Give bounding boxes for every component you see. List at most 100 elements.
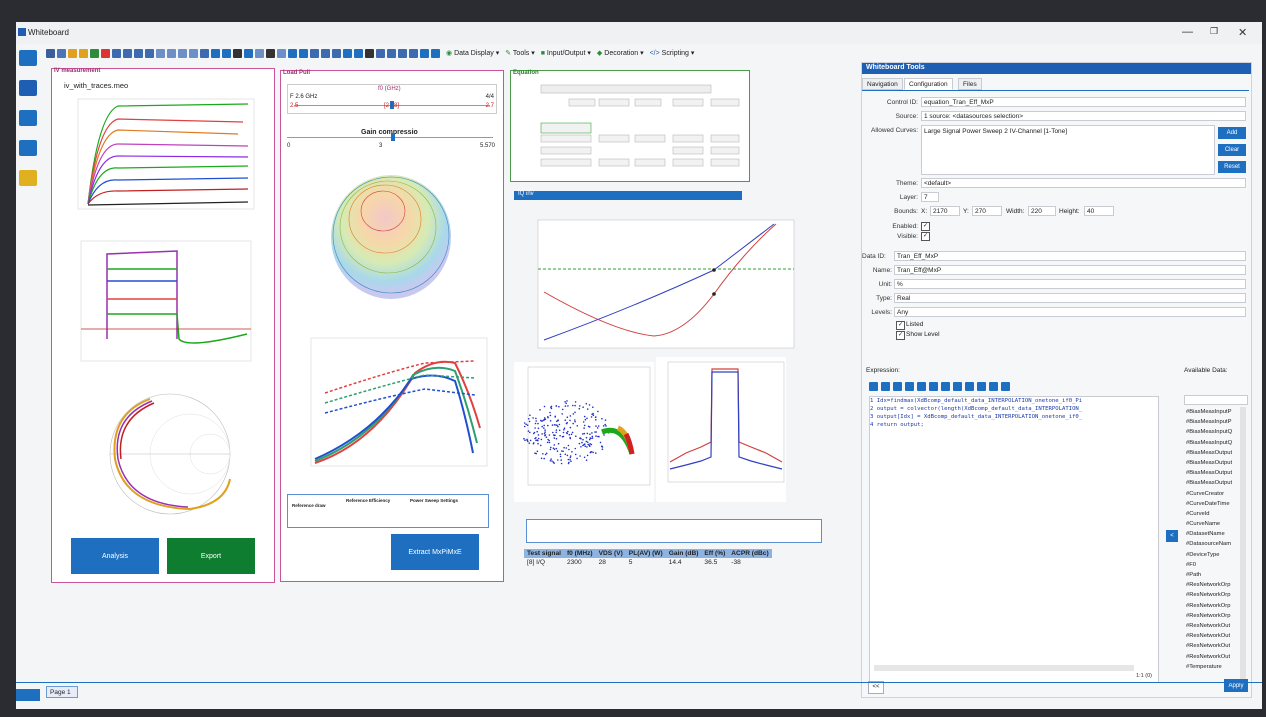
bounds-y-field[interactable]: 270 <box>972 206 1002 216</box>
terminal-icon[interactable] <box>19 80 37 96</box>
available-data-item[interactable]: #ResNetworkOrp <box>1186 601 1240 611</box>
export-icon[interactable] <box>90 48 99 58</box>
pin-icon[interactable] <box>420 48 429 58</box>
available-data-item[interactable]: #BiasMeasInputP <box>1186 407 1240 417</box>
timing-chart[interactable] <box>67 239 257 374</box>
paste-icon[interactable] <box>953 381 962 391</box>
new-icon[interactable] <box>46 48 55 58</box>
allowed-curves-list[interactable]: Large Signal Power Sweep 2 IV-Channel [1… <box>921 125 1215 175</box>
tab-configuration[interactable]: Configuration <box>904 78 953 90</box>
available-data-item[interactable]: #CurveName <box>1186 519 1240 529</box>
image-icon[interactable] <box>145 48 154 58</box>
link-icon[interactable] <box>200 48 209 58</box>
available-data-item[interactable]: #CurveId <box>1186 509 1240 519</box>
horizontal-scrollbar[interactable] <box>874 665 1134 671</box>
sort-icon[interactable] <box>398 48 407 58</box>
ungroup-icon[interactable] <box>387 48 396 58</box>
constellation-chart[interactable] <box>514 362 654 502</box>
page-tab[interactable]: Page 1 <box>46 686 78 698</box>
available-search-input[interactable] <box>1184 395 1248 405</box>
paste-icon[interactable] <box>134 48 143 58</box>
available-data-item[interactable]: #ResNetworkOrp <box>1186 611 1240 621</box>
page-icon[interactable] <box>156 48 165 58</box>
available-data-item[interactable]: #ResNetworkOut <box>1186 631 1240 641</box>
gear-icon[interactable] <box>19 140 37 156</box>
remove-icon[interactable] <box>365 48 374 58</box>
available-data-item[interactable]: #BiasMeasInputP <box>1186 417 1240 427</box>
arrow-right-icon[interactable] <box>354 48 363 58</box>
available-data-item[interactable]: #ResNetworkOrp <box>1186 580 1240 590</box>
menu-tools[interactable]: ✎ Tools ▾ <box>505 49 535 57</box>
equation-panel[interactable]: Equation <box>510 70 750 182</box>
layer-spinner[interactable]: 7 <box>921 192 939 202</box>
available-data-list[interactable]: #BiasMeasInputP #BiasMeasInputP #BiasMeasI… <box>1184 383 1248 693</box>
copy-icon[interactable] <box>941 381 950 391</box>
align-right-icon[interactable] <box>332 48 341 58</box>
data-id-field[interactable]: Tran_Eff_MxP <box>894 251 1246 261</box>
gain-slider-track[interactable] <box>287 137 493 138</box>
available-data-item[interactable]: #BiasMeasOutput <box>1186 468 1240 478</box>
insert-data-button[interactable]: < <box>1166 530 1178 542</box>
visible-checkbox[interactable]: ✓ <box>921 232 930 241</box>
iv-curves-chart[interactable] <box>58 94 258 224</box>
undo-icon[interactable] <box>288 48 297 58</box>
smith-chart[interactable] <box>90 389 250 519</box>
duplicate-icon[interactable] <box>255 48 264 58</box>
available-data-item[interactable]: #ResNetworkOut <box>1186 621 1240 631</box>
analysis-button[interactable]: Analysis <box>71 538 159 574</box>
add-curve-button[interactable]: Add <box>1218 127 1246 139</box>
available-data-item[interactable]: #BiasMeasInputQ <box>1186 438 1240 448</box>
available-data-item[interactable]: #CurveDateTime <box>1186 499 1240 509</box>
print-icon[interactable] <box>112 48 121 58</box>
available-data-item[interactable]: #ResNetworkOut <box>1186 641 1240 651</box>
unit-select[interactable]: % <box>894 279 1246 289</box>
vertical-scrollbar[interactable] <box>1240 407 1246 683</box>
available-data-item[interactable]: #BiasMeasInputQ <box>1186 427 1240 437</box>
extract-button[interactable]: Extract MxPiMxE <box>391 534 479 570</box>
restore-icon[interactable]: ❐ <box>1210 26 1218 37</box>
available-data-item[interactable]: #DatasourceNam <box>1186 539 1240 549</box>
open-icon[interactable] <box>57 48 66 58</box>
save-icon[interactable] <box>68 48 77 58</box>
available-data-item[interactable]: #BiasMeasOutput <box>1186 478 1240 488</box>
settings-icon[interactable] <box>431 48 440 58</box>
page-add-icon[interactable] <box>167 48 176 58</box>
help-icon[interactable] <box>1001 381 1010 391</box>
close-icon[interactable]: ✕ <box>1238 26 1247 39</box>
available-data-item[interactable]: #DeviceType <box>1186 550 1240 560</box>
copy-icon[interactable] <box>123 48 132 58</box>
menu-data-display[interactable]: ◉ Data Display ▾ <box>446 49 499 57</box>
bug-icon[interactable] <box>19 110 37 126</box>
cut-icon[interactable] <box>929 381 938 391</box>
apply-button[interactable]: Apply <box>1224 679 1248 692</box>
snap-icon[interactable] <box>222 48 231 58</box>
clipboard-icon[interactable] <box>277 48 286 58</box>
load-pull-panel[interactable]: Load Pull f0 (GHz) F 2.6 GHz 4/4 2.5 [2 … <box>280 70 504 582</box>
levels-field[interactable]: Any <box>894 307 1246 317</box>
tab-files[interactable]: Files <box>958 78 982 90</box>
clear-curves-button[interactable]: Clear <box>1218 144 1246 156</box>
cut-icon[interactable] <box>266 48 275 58</box>
align-center-icon[interactable] <box>321 48 330 58</box>
menu-decoration[interactable]: ◆ Decoration ▾ <box>597 49 644 57</box>
bounds-height-field[interactable]: 40 <box>1084 206 1114 216</box>
order-icon[interactable] <box>409 48 418 58</box>
available-data-item[interactable]: #ResNetworkOut <box>1186 652 1240 662</box>
available-data-item[interactable]: #DatasetName <box>1186 529 1240 539</box>
efficiency-chart[interactable] <box>514 212 804 362</box>
reset-curves-button[interactable]: Reset <box>1218 161 1246 173</box>
redo-icon[interactable] <box>977 381 986 391</box>
help-icon[interactable] <box>19 170 37 186</box>
select-icon[interactable] <box>244 48 253 58</box>
available-data-item[interactable]: #Temperature <box>1186 662 1240 672</box>
iv-measurement-panel[interactable]: IV measurement iv_with_traces.meo Analys… <box>51 68 275 583</box>
available-data-item[interactable]: #ResNetworkOrp <box>1186 590 1240 600</box>
enabled-checkbox[interactable]: ✓ <box>921 222 930 231</box>
lock-icon[interactable] <box>233 48 242 58</box>
edit-icon[interactable] <box>893 381 902 391</box>
minimize-icon[interactable]: — <box>1182 26 1193 38</box>
save-as-icon[interactable] <box>79 48 88 58</box>
scroll-down-icon[interactable] <box>16 689 40 701</box>
type-select[interactable]: Real <box>894 293 1246 303</box>
redo-icon[interactable] <box>299 48 308 58</box>
